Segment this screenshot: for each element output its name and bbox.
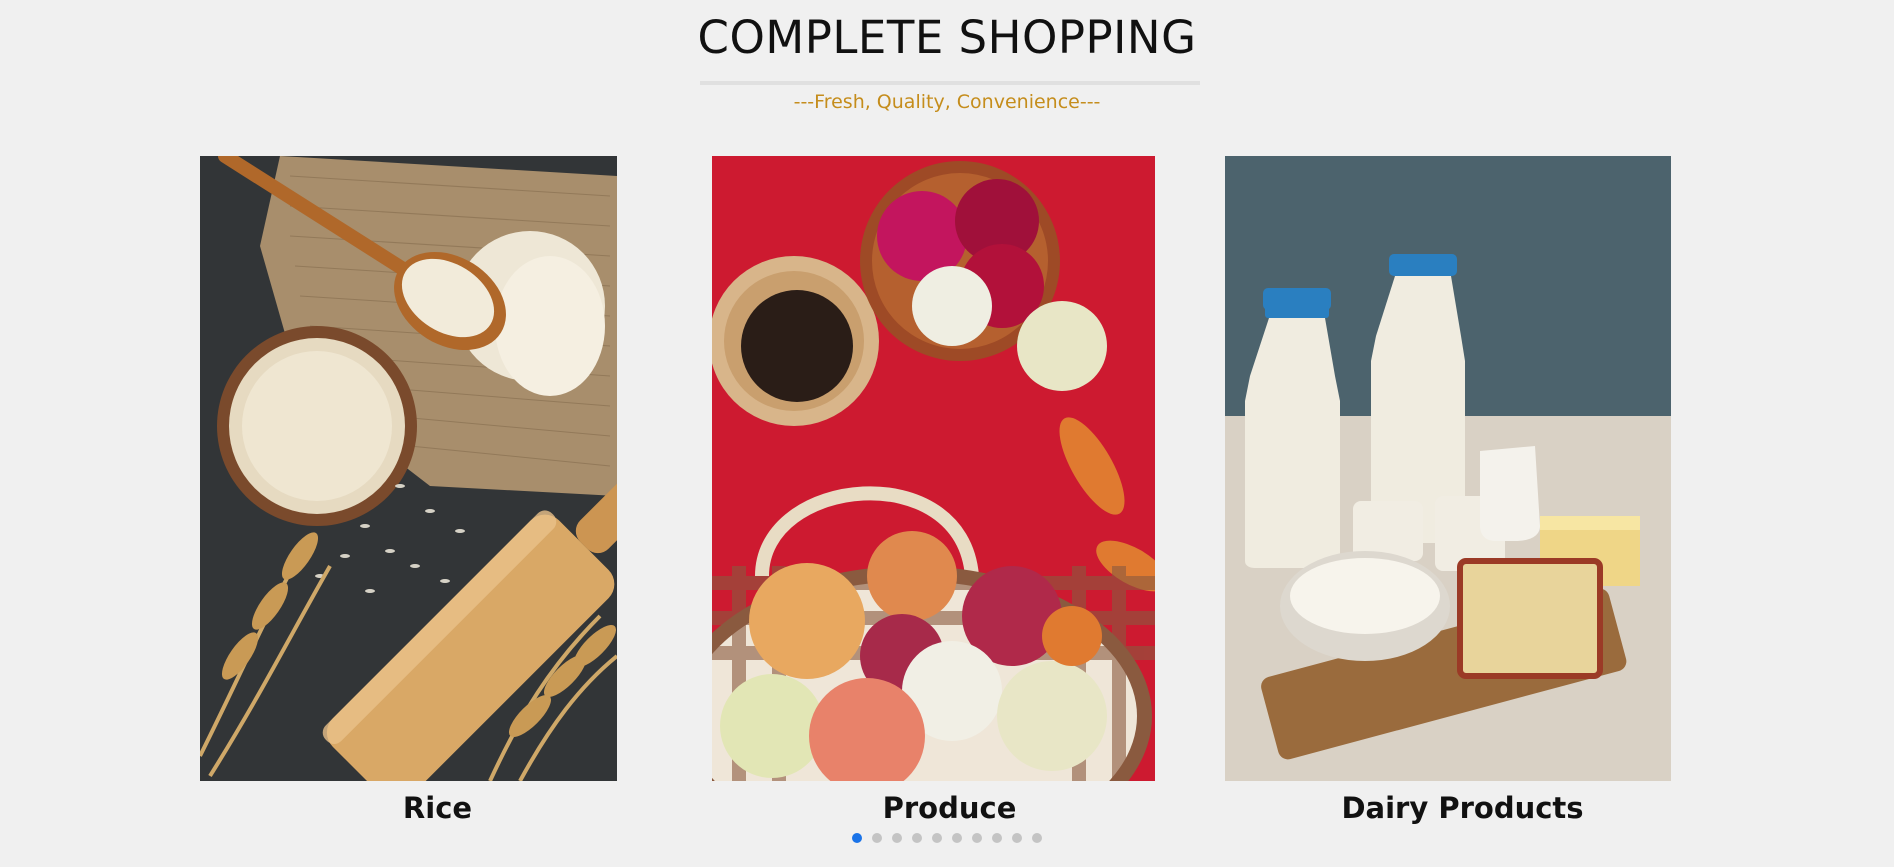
card-label-rice[interactable]: Rice <box>200 784 675 832</box>
carousel-dot-10[interactable] <box>1032 833 1042 843</box>
rice-image[interactable] <box>200 156 617 781</box>
page: COMPLETE SHOPPING ---Fresh, Quality, Con… <box>0 0 1894 867</box>
carousel-dot-3[interactable] <box>892 833 902 843</box>
title-divider <box>700 81 1200 85</box>
carousel-pagination <box>852 833 1042 845</box>
card-label-produce[interactable]: Produce <box>712 784 1187 832</box>
dairy-image[interactable] <box>1225 156 1671 781</box>
carousel-dot-6[interactable] <box>952 833 962 843</box>
page-subtitle: ---Fresh, Quality, Convenience--- <box>793 91 1101 113</box>
card-label-dairy[interactable]: Dairy Products <box>1225 784 1700 832</box>
carousel-dot-4[interactable] <box>912 833 922 843</box>
carousel-dot-1[interactable] <box>852 833 862 843</box>
carousel-dot-5[interactable] <box>932 833 942 843</box>
produce-image[interactable] <box>712 156 1155 781</box>
carousel-dot-9[interactable] <box>1012 833 1022 843</box>
carousel-dot-2[interactable] <box>872 833 882 843</box>
carousel-dot-7[interactable] <box>972 833 982 843</box>
page-title: COMPLETE SHOPPING <box>697 11 1197 64</box>
carousel-dot-8[interactable] <box>992 833 1002 843</box>
